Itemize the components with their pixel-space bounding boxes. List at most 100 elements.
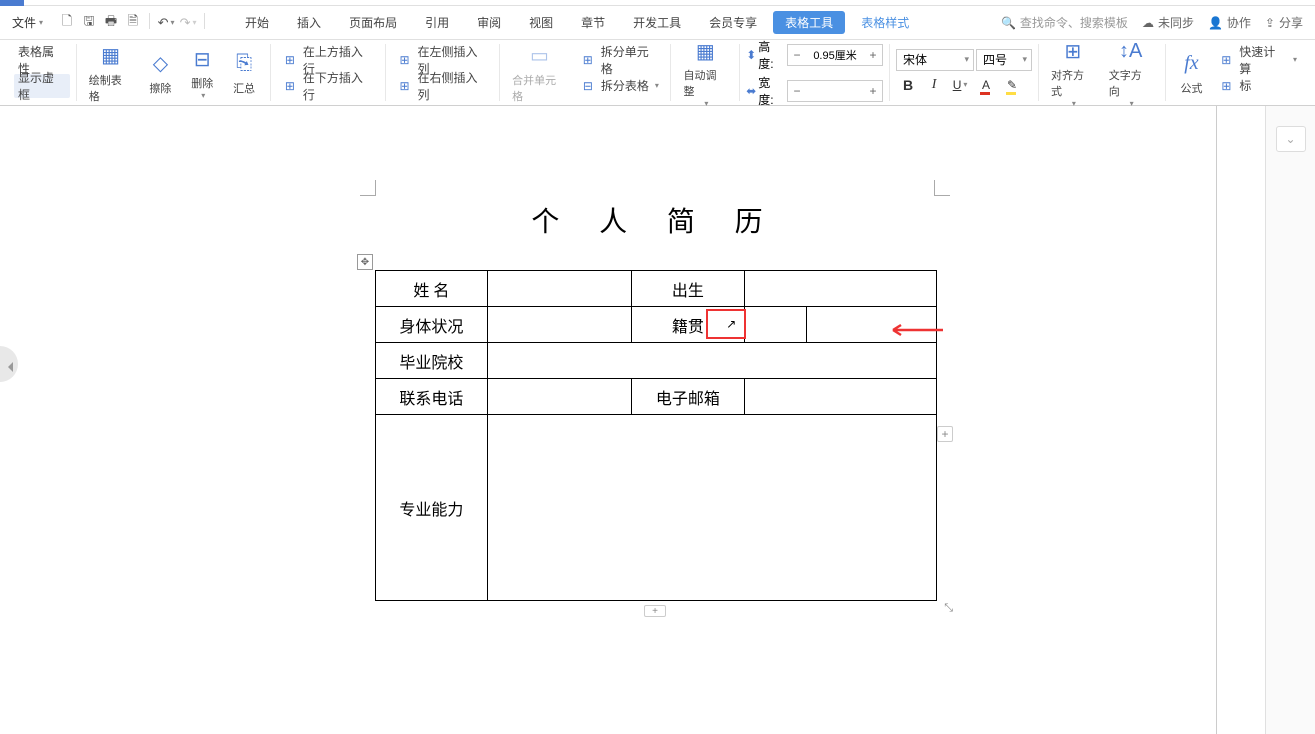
- split-table-button[interactable]: ⊟ 拆分表格: [575, 74, 665, 98]
- page-content: 个 人 简 历 ✥ 姓 名 出生 身体状况: [375, 176, 935, 601]
- insert-row-below-button[interactable]: ⊞ 在下方插入行: [277, 74, 379, 98]
- cell-email-label[interactable]: 电子邮箱: [631, 379, 745, 415]
- undo-button[interactable]: ↶: [156, 13, 176, 33]
- tab-page-layout[interactable]: 页面布局: [337, 6, 409, 39]
- font-size-combo[interactable]: 四号: [976, 49, 1032, 71]
- height-plus[interactable]: +: [864, 45, 882, 65]
- title-row-button[interactable]: ⊞ 标: [1213, 74, 1301, 98]
- merge-cells-button: ▭ 合并单元格: [506, 40, 573, 106]
- summary-icon: ⎘: [230, 50, 258, 78]
- qat-separator: [149, 13, 150, 29]
- quick-calc-button[interactable]: ⊞ 快速计算: [1213, 48, 1301, 72]
- table-move-handle[interactable]: ✥: [357, 254, 373, 270]
- cell-name-label[interactable]: 姓 名: [376, 271, 488, 307]
- share-button[interactable]: ⇪ 分享: [1265, 14, 1303, 31]
- tab-start[interactable]: 开始: [233, 6, 281, 39]
- show-gridlines-button[interactable]: 显示虚框: [14, 74, 70, 98]
- font-color-button[interactable]: A: [974, 73, 998, 97]
- add-column-button[interactable]: +: [937, 426, 953, 442]
- redo-button[interactable]: ↷: [178, 13, 198, 33]
- cell-birth-label[interactable]: 出生: [631, 271, 745, 307]
- cell-skills-value[interactable]: [487, 415, 936, 601]
- cell-phone-value[interactable]: [487, 379, 631, 415]
- document-area[interactable]: 📄 个 人 简 历 ✥ 姓 名 出生: [0, 106, 1265, 734]
- width-label: 宽度:: [758, 74, 785, 108]
- sync-status[interactable]: ☁ 未同步: [1142, 14, 1194, 31]
- cell-origin-label[interactable]: 籍贯 ↗: [631, 307, 745, 343]
- insert-below-icon: ⊞: [281, 77, 299, 95]
- table-row: 联系电话 电子邮箱: [376, 379, 937, 415]
- cell-skills-label[interactable]: 专业能力: [376, 415, 488, 601]
- split-cells-button[interactable]: ⊞ 拆分单元格: [575, 48, 665, 72]
- table-row: 姓 名 出生: [376, 271, 937, 307]
- font-family-combo[interactable]: 宋体: [896, 49, 974, 71]
- text-direction-button[interactable]: ↕A 文字方向: [1103, 35, 1159, 110]
- tab-review[interactable]: 审阅: [465, 6, 513, 39]
- sidebar-collapse-button[interactable]: ⌄: [1276, 126, 1306, 152]
- tab-chapter[interactable]: 章节: [569, 6, 617, 39]
- eraser-icon: ◇: [146, 50, 174, 78]
- cell-origin-value-1[interactable]: [745, 307, 807, 343]
- calc-icon: ⊞: [1217, 51, 1235, 69]
- width-value[interactable]: [806, 85, 864, 97]
- arrow-annotation: [885, 320, 945, 340]
- qat-save-icon[interactable]: 🖫: [79, 13, 99, 33]
- autofit-icon: ▦: [691, 37, 719, 65]
- cell-health-label[interactable]: 身体状况: [376, 307, 488, 343]
- width-minus[interactable]: −: [788, 81, 806, 101]
- height-value[interactable]: [806, 49, 864, 61]
- delete-button[interactable]: ⊟ 删除: [182, 43, 222, 102]
- height-spinner[interactable]: − +: [787, 44, 883, 66]
- cloud-icon: ☁: [1142, 16, 1154, 30]
- height-minus[interactable]: −: [788, 45, 806, 65]
- document-title[interactable]: 个 人 简 历: [375, 200, 935, 240]
- auto-adjust-button[interactable]: ▦ 自动调整: [677, 35, 733, 110]
- cell-name-value[interactable]: [487, 271, 631, 307]
- search-box[interactable]: 🔍 查找命令、搜索模板: [1001, 14, 1128, 31]
- qat-new-icon[interactable]: 🗋: [57, 13, 77, 33]
- tab-table-tools[interactable]: 表格工具: [773, 11, 845, 34]
- draw-table-button[interactable]: ▦ 绘制表格: [83, 40, 139, 106]
- cell-phone-label[interactable]: 联系电话: [376, 379, 488, 415]
- tab-references[interactable]: 引用: [413, 6, 461, 39]
- cell-health-value[interactable]: [487, 307, 631, 343]
- tab-view[interactable]: 视图: [517, 6, 565, 39]
- collab-label: 协作: [1227, 14, 1251, 31]
- bold-button[interactable]: B: [896, 73, 920, 97]
- align-icon: ⊞: [1059, 37, 1087, 65]
- eraser-button[interactable]: ◇ 擦除: [141, 48, 181, 98]
- resume-table[interactable]: 姓 名 出生 身体状况 籍贯 ↗: [375, 270, 937, 601]
- cell-school-value[interactable]: [487, 343, 936, 379]
- qat-separator-2: [204, 13, 205, 29]
- collab-button[interactable]: 👤 协作: [1208, 14, 1251, 31]
- width-plus[interactable]: +: [864, 81, 882, 101]
- qat-preview-icon[interactable]: 🗎: [123, 13, 143, 33]
- group-insert-cols: ⊞ 在左侧插入列 ⊞ 在右侧插入列: [386, 44, 501, 101]
- tab-table-style[interactable]: 表格样式: [849, 6, 921, 39]
- add-row-button[interactable]: +: [644, 605, 666, 617]
- title-row-icon: ⊞: [1217, 77, 1235, 95]
- formula-button[interactable]: fx 公式: [1172, 48, 1212, 98]
- qat-print-icon[interactable]: 🖶: [101, 13, 121, 33]
- italic-button[interactable]: I: [922, 73, 946, 97]
- table-resize-handle[interactable]: ⤡: [944, 602, 953, 615]
- align-button[interactable]: ⊞ 对齐方式: [1045, 35, 1101, 110]
- page: 个 人 简 历 ✥ 姓 名 出生 身体状况: [260, 106, 1050, 734]
- cell-email-value[interactable]: [745, 379, 937, 415]
- highlight-button[interactable]: ✎: [1000, 73, 1024, 97]
- width-spinner[interactable]: − +: [787, 80, 883, 102]
- insert-col-right-button[interactable]: ⊞ 在右侧插入列: [392, 74, 494, 98]
- right-sidebar: ⌄: [1265, 106, 1315, 734]
- nav-caret-icon: [8, 362, 13, 372]
- ribbon-tabs: 开始 插入 页面布局 引用 审阅 视图 章节 开发工具 会员专享 表格工具 表格…: [233, 6, 921, 39]
- workspace: 📄 个 人 简 历 ✥ 姓 名 出生: [0, 106, 1315, 734]
- cell-birth-value[interactable]: [745, 271, 937, 307]
- file-menu[interactable]: 文件: [4, 6, 51, 39]
- split-table-icon: ⊟: [579, 77, 597, 95]
- summary-button[interactable]: ⎘ 汇总: [224, 48, 264, 98]
- insert-above-icon: ⊞: [281, 51, 299, 69]
- tab-insert[interactable]: 插入: [285, 6, 333, 39]
- cell-school-label[interactable]: 毕业院校: [376, 343, 488, 379]
- underline-button[interactable]: U: [948, 73, 972, 97]
- group-insert-rows: ⊞ 在上方插入行 ⊞ 在下方插入行: [271, 44, 386, 101]
